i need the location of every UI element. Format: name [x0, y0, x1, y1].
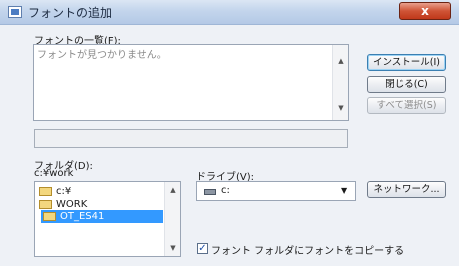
drive-select[interactable]: c: ▼: [196, 181, 356, 201]
copy-to-fonts-label: フォント フォルダにフォントをコピーする: [211, 246, 405, 257]
network-button[interactable]: ネットワーク...: [367, 181, 446, 198]
drive-icon: [204, 189, 216, 195]
app-icon: [8, 6, 22, 18]
folder-item-root[interactable]: c:¥: [39, 185, 71, 198]
folder-item-label: OT_ES41: [60, 211, 105, 222]
folder-icon: [43, 211, 56, 221]
folder-item-ot-es41[interactable]: OT_ES41: [41, 210, 163, 223]
font-list[interactable]: フォントが見つかりません。 ▲ ▼: [33, 44, 349, 121]
open-folder-icon: [39, 186, 52, 196]
folder-tree-scrollbar[interactable]: ▲ ▼: [164, 182, 180, 256]
drive-selected-value: c:: [221, 185, 230, 196]
title-bar[interactable]: フォントの追加 x: [0, 0, 459, 25]
font-list-empty-message: フォントが見つかりません。: [37, 50, 167, 61]
font-name-field[interactable]: [34, 129, 348, 148]
open-folder-icon: [39, 199, 52, 209]
chevron-down-icon[interactable]: ▼: [341, 186, 347, 195]
folder-tree[interactable]: c:¥ WORK OT_ES41 ▲ ▼: [34, 181, 181, 257]
install-button[interactable]: インストール(I): [367, 54, 446, 71]
select-all-button[interactable]: すべて選択(S): [367, 97, 446, 114]
copy-to-fonts-checkbox[interactable]: ✓: [197, 243, 208, 254]
window-title: フォントの追加: [28, 6, 113, 20]
scroll-down-icon[interactable]: ▼: [333, 104, 349, 112]
current-folder-path: c:¥work: [34, 168, 74, 179]
scroll-up-icon[interactable]: ▲: [165, 186, 181, 194]
close-window-button[interactable]: x: [399, 2, 451, 20]
scroll-up-icon[interactable]: ▲: [333, 57, 349, 65]
folder-item-label: c:¥: [56, 186, 72, 197]
font-list-scrollbar[interactable]: ▲ ▼: [332, 45, 348, 120]
close-button[interactable]: 閉じる(C): [367, 76, 446, 93]
folder-item-label: WORK: [56, 199, 88, 210]
scroll-down-icon[interactable]: ▼: [165, 244, 181, 252]
